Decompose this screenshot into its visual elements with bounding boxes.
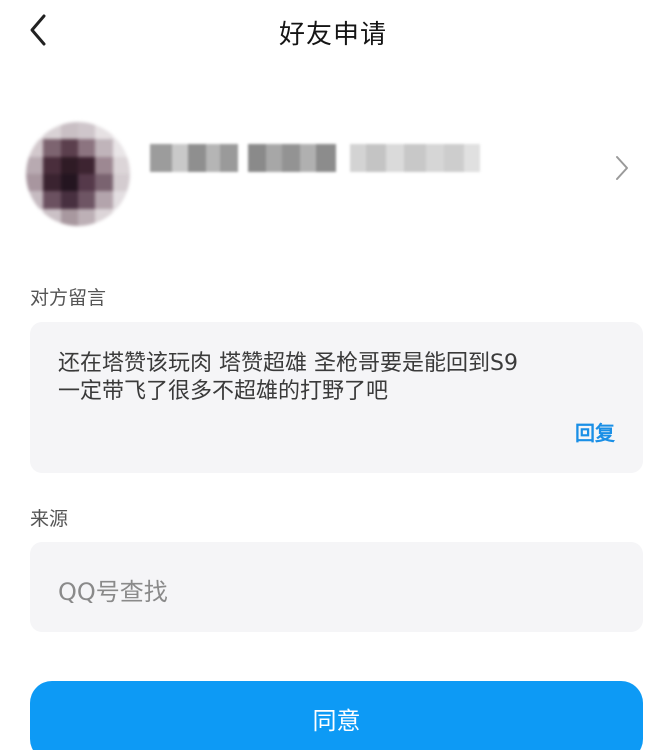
chevron-right-icon[interactable] (614, 154, 630, 182)
header: 好友申请 (0, 0, 666, 64)
applicant-profile-row[interactable] (0, 112, 666, 226)
friend-request-page: 好友申请 对方留言 还在塔赞该玩肉 塔赞超雄 圣枪哥要是能回到S9一定带飞了很多… (0, 0, 666, 750)
source-box: QQ号查找 (30, 542, 643, 632)
message-box: 还在塔赞该玩肉 塔赞超雄 圣枪哥要是能回到S9一定带飞了很多不超雄的打野了吧 回… (30, 322, 643, 473)
applicant-name-blurred (150, 144, 530, 172)
source-value: QQ号查找 (58, 578, 168, 606)
agree-button[interactable]: 同意 (30, 681, 643, 750)
message-text: 还在塔赞该玩肉 塔赞超雄 圣枪哥要是能回到S9一定带飞了很多不超雄的打野了吧 (58, 351, 518, 404)
avatar (26, 122, 130, 226)
source-section-label: 来源 (30, 508, 69, 530)
reply-button[interactable]: 回复 (575, 417, 615, 446)
page-title: 好友申请 (278, 20, 387, 50)
message-section-label: 对方留言 (30, 287, 107, 309)
